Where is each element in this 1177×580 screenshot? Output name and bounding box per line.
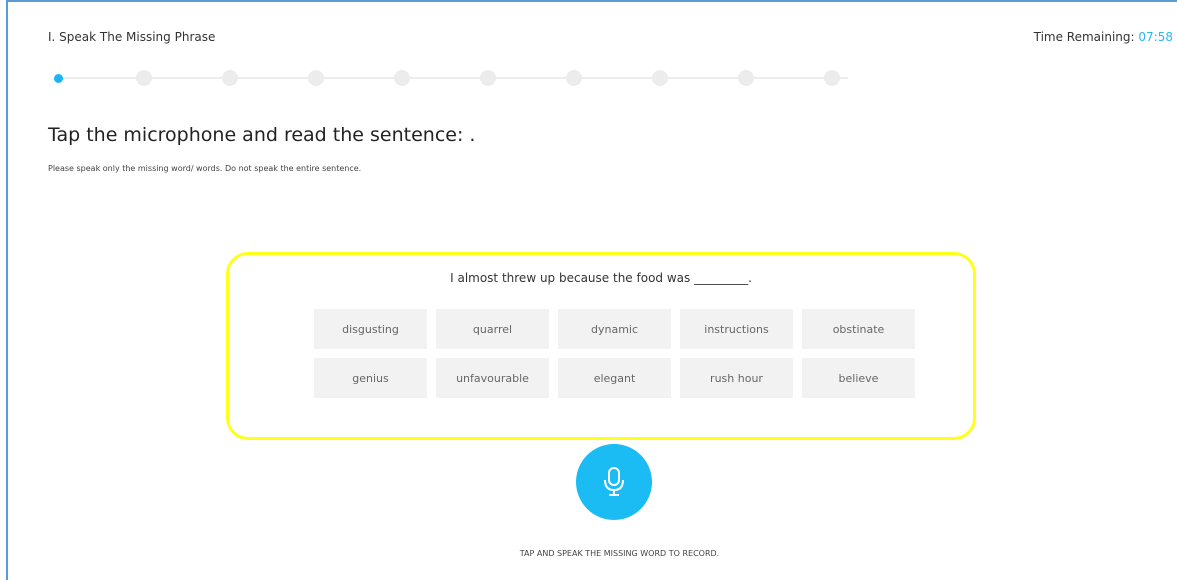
section-title: I. Speak The Missing Phrase [48, 30, 216, 44]
record-button[interactable] [576, 444, 652, 520]
progress-stepper [53, 70, 848, 86]
progress-step [394, 70, 410, 86]
option-chip[interactable]: believe [802, 358, 915, 398]
option-chip[interactable]: obstinate [802, 309, 915, 349]
option-chip[interactable]: genius [314, 358, 427, 398]
progress-step [738, 70, 754, 86]
option-grid: disgusting quarrel dynamic instructions … [314, 309, 924, 398]
progress-step-current [53, 73, 63, 83]
progress-step [652, 70, 668, 86]
progress-step [566, 70, 582, 86]
option-chip[interactable]: unfavourable [436, 358, 549, 398]
instruction-heading: Tap the microphone and read the sentence… [48, 124, 476, 146]
app-frame: I. Speak The Missing Phrase Time Remaini… [6, 0, 1177, 580]
option-chip[interactable]: elegant [558, 358, 671, 398]
question-sentence: I almost threw up because the food was _… [450, 271, 752, 285]
timer-value: 07:58 [1138, 30, 1173, 44]
instruction-note: Please speak only the missing word/ word… [48, 164, 362, 173]
question-card: I almost threw up because the food was _… [226, 252, 976, 440]
timer-label: Time Remaining: [1033, 30, 1135, 44]
option-chip[interactable]: dynamic [558, 309, 671, 349]
option-chip[interactable]: rush hour [680, 358, 793, 398]
option-chip[interactable]: disgusting [314, 309, 427, 349]
progress-step [136, 70, 152, 86]
progress-step [480, 70, 496, 86]
progress-step [222, 70, 238, 86]
option-chip[interactable]: quarrel [436, 309, 549, 349]
microphone-icon [604, 467, 624, 496]
option-chip[interactable]: instructions [680, 309, 793, 349]
record-hint: TAP AND SPEAK THE MISSING WORD TO RECORD… [519, 549, 720, 558]
time-remaining: Time Remaining: 07:58 [1034, 30, 1173, 44]
progress-step [824, 70, 840, 86]
progress-step [308, 70, 324, 86]
